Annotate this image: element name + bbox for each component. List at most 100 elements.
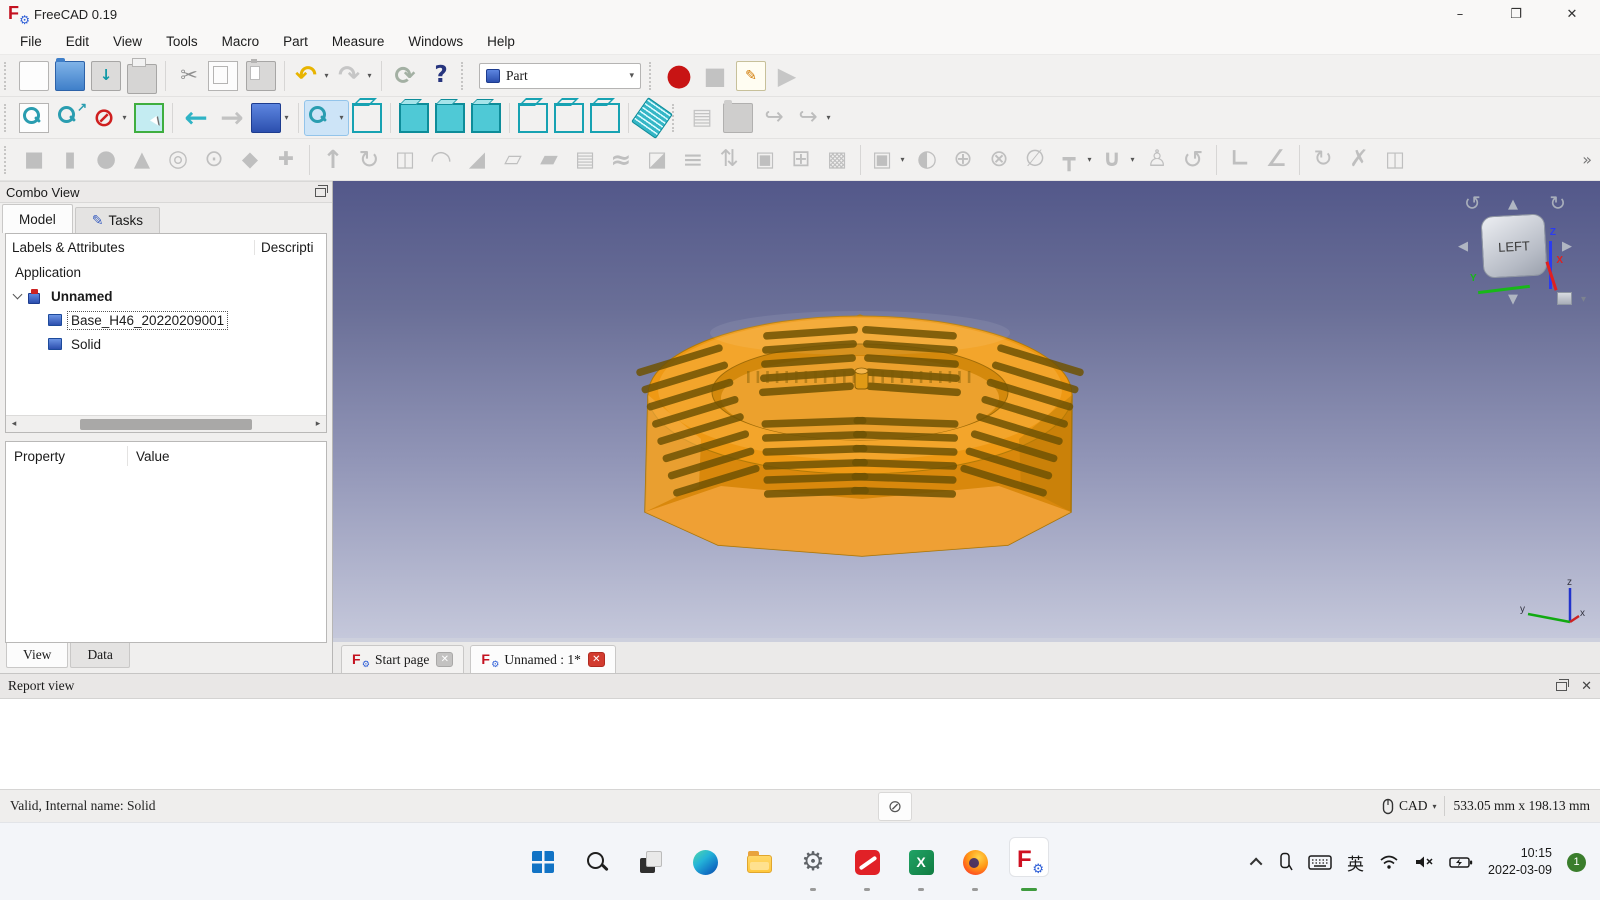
scrollbar-thumb[interactable] (79, 418, 253, 430)
view-top-button[interactable] (432, 100, 468, 136)
loft-button[interactable]: ▤ (567, 142, 603, 178)
refresh-button[interactable]: ⟳ (387, 58, 423, 94)
create-group-button[interactable] (720, 99, 756, 136)
macro-execute-button[interactable]: ▶ (769, 58, 805, 94)
close-button[interactable]: ✕ (1544, 0, 1600, 28)
rotate-ccw-icon[interactable]: ↺ (1464, 191, 1481, 215)
defeaturing-button[interactable]: ↺ (1175, 142, 1211, 178)
tree-item-solid[interactable]: Solid (6, 332, 326, 356)
hidden-icons-chevron-icon[interactable] (1249, 857, 1263, 870)
home-view-button[interactable]: ▾ (250, 100, 293, 136)
battery-charging-icon[interactable] (1449, 855, 1473, 869)
tree-root-application[interactable]: Application (6, 260, 326, 284)
connect-objects-button[interactable]: ∪ ▾ (1096, 142, 1139, 178)
convert-to-solid-button[interactable]: ▩ (819, 142, 855, 178)
close-tab-icon[interactable]: ✕ (436, 652, 454, 667)
chevron-down-icon[interactable]: ▾ (1084, 155, 1095, 164)
taskbar-firefox[interactable] (948, 823, 1002, 900)
menu-macro[interactable]: Macro (210, 30, 272, 53)
chevron-down-icon[interactable]: ▾ (336, 113, 347, 122)
taskbar-edge[interactable] (678, 823, 732, 900)
navigation-cube[interactable]: ↺ ↻ ▲ ▼ ◀ ▶ LEFT Z X Y ▾ (1456, 189, 1586, 307)
measure-distance-button[interactable] (631, 96, 673, 139)
3d-model-base[interactable] (333, 181, 1600, 638)
nav-cube-mini-icon[interactable] (1557, 292, 1572, 305)
measure-angular-button[interactable]: ∠ (1258, 142, 1294, 178)
view-rear-button[interactable] (515, 100, 551, 136)
make-face-button[interactable]: ▱ (495, 142, 531, 178)
cylinder-button[interactable]: ▮ (52, 142, 88, 178)
taskbar-freecad[interactable] (1002, 823, 1056, 900)
nav-cube-face[interactable]: LEFT (1480, 213, 1548, 279)
macro-record-button[interactable]: ● (661, 58, 697, 94)
close-tab-icon[interactable]: ✕ (587, 652, 605, 667)
axonometric-view-button[interactable] (349, 100, 385, 136)
menu-file[interactable]: File (8, 30, 54, 53)
revolve-button[interactable]: ↻ (351, 142, 387, 178)
fit-all-button[interactable] (16, 100, 52, 136)
make-sub-link-button[interactable]: ↪ ▾ (792, 100, 835, 136)
cut-button[interactable]: ✂ (171, 58, 207, 94)
menu-measure[interactable]: Measure (320, 30, 397, 53)
menu-windows[interactable]: Windows (396, 30, 475, 53)
make-link-button[interactable]: ↪ (756, 100, 792, 136)
extrude-button[interactable]: ↑ (315, 142, 351, 178)
redo-button[interactable]: ↷ ▾ (333, 58, 376, 94)
ime-language-indicator[interactable]: 英 (1347, 850, 1364, 875)
chamfer-button[interactable]: ◢ (459, 142, 495, 178)
shape-builder-button[interactable]: ✚ (268, 142, 304, 178)
toolbar-overflow-button[interactable]: » (1582, 150, 1592, 169)
chevron-down-icon[interactable]: ▾ (321, 71, 332, 80)
open-document-button[interactable] (52, 57, 88, 94)
tab-model[interactable]: Model (2, 204, 73, 233)
tab-unnamed-document[interactable]: F ⚙ Unnamed : 1* ✕ (470, 645, 616, 673)
box-element-selection-button[interactable] (131, 100, 167, 136)
taskbar-settings[interactable] (786, 823, 840, 900)
volume-muted-icon[interactable] (1414, 854, 1434, 870)
panel-splitter[interactable] (0, 433, 332, 441)
toolbar-handle[interactable] (4, 103, 12, 132)
sweep-button[interactable]: ≈ (603, 142, 639, 178)
touch-keyboard-icon[interactable] (1308, 854, 1332, 871)
section-button[interactable]: ◪ (639, 142, 675, 178)
3d-viewport[interactable]: ↺ ↻ ▲ ▼ ◀ ▶ LEFT Z X Y ▾ z y x (333, 181, 1600, 638)
scroll-right-icon[interactable]: ▸ (310, 419, 326, 429)
column-labels-attributes[interactable]: Labels & Attributes (6, 240, 254, 255)
navigation-style-selector[interactable]: CAD ▾ (1382, 798, 1436, 815)
nav-arrow-right-icon[interactable]: ▶ (1562, 239, 1572, 254)
navigate-back-button[interactable]: ← (178, 100, 214, 136)
tab-view[interactable]: View (6, 643, 69, 668)
paste-button[interactable] (243, 58, 279, 94)
join-features-button[interactable]: ┳ ▾ (1053, 142, 1096, 178)
save-document-button[interactable]: ↓ (88, 58, 124, 94)
view-right-button[interactable] (468, 100, 504, 136)
taskbar-start[interactable] (516, 823, 570, 900)
taskbar-file-explorer[interactable] (732, 823, 786, 900)
toolbar-handle[interactable] (649, 61, 657, 90)
panel-float-icon[interactable] (315, 184, 328, 197)
measure-clear-button[interactable]: ✗ (1341, 142, 1377, 178)
chevron-down-icon[interactable]: ▾ (119, 113, 130, 122)
draw-style-button[interactable]: ▾ (304, 99, 349, 136)
print-button[interactable] (124, 57, 160, 94)
offset-2d-button[interactable]: ▣ (747, 142, 783, 178)
scroll-left-icon[interactable]: ◂ (6, 419, 22, 429)
offset-3d-button[interactable]: ⇅ (711, 142, 747, 178)
abort-button[interactable]: ⊘ (878, 792, 912, 821)
thickness-button[interactable]: ⊞ (783, 142, 819, 178)
rotate-cw-icon[interactable]: ↻ (1549, 191, 1566, 215)
tab-tasks[interactable]: ✎ Tasks (74, 207, 161, 233)
macro-stop-button[interactable]: ■ (697, 58, 733, 94)
clock[interactable]: 10:15 2022-03-09 (1488, 845, 1552, 879)
cross-sections-button[interactable]: ≡ (675, 142, 711, 178)
chevron-down-icon[interactable]: ▾ (364, 71, 375, 80)
toolbar-handle[interactable] (672, 103, 680, 132)
boolean-cut-button[interactable]: ◐ (909, 142, 945, 178)
tab-data[interactable]: Data (70, 643, 130, 668)
view-left-button[interactable] (587, 100, 623, 136)
nav-arrow-up-icon[interactable]: ▲ (1508, 197, 1518, 212)
wifi-icon[interactable] (1379, 854, 1399, 870)
view-front-button[interactable] (396, 100, 432, 136)
nav-cube-menu-icon[interactable]: ▾ (1581, 294, 1586, 305)
sphere-button[interactable]: ● (88, 142, 124, 178)
